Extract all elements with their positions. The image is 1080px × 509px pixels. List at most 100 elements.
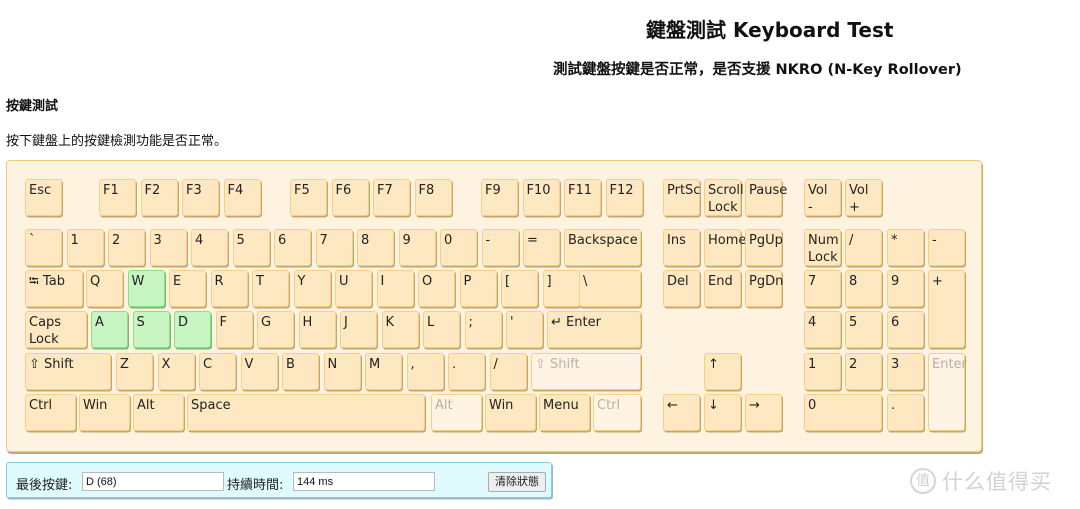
- key-period[interactable]: .: [448, 353, 485, 390]
- key-lbracket[interactable]: [: [501, 270, 538, 307]
- key-backslash[interactable]: \: [579, 270, 641, 307]
- key-d[interactable]: D: [174, 311, 211, 348]
- key-j[interactable]: J: [340, 311, 377, 348]
- key-scroll-lock[interactable]: Scroll Lock: [704, 179, 744, 216]
- key-3[interactable]: 3: [149, 229, 187, 266]
- key-l[interactable]: L: [423, 311, 460, 348]
- key-u[interactable]: U: [335, 270, 372, 307]
- key-num3[interactable]: 3: [887, 353, 924, 390]
- key-lctrl[interactable]: Ctrl: [25, 394, 76, 431]
- key-x[interactable]: X: [157, 353, 195, 390]
- key-p[interactable]: P: [459, 270, 497, 307]
- key-f3[interactable]: F3: [182, 179, 219, 216]
- key-ralt[interactable]: Alt: [431, 394, 482, 431]
- key-8[interactable]: 8: [357, 229, 394, 266]
- key-num1[interactable]: 1: [804, 353, 841, 390]
- key-capslock[interactable]: Caps Lock: [25, 311, 87, 348]
- key-prtsc[interactable]: PrtSc: [663, 179, 700, 216]
- key-f5[interactable]: F5: [290, 179, 327, 216]
- key-7[interactable]: 7: [315, 229, 353, 266]
- key-num6[interactable]: 6: [887, 311, 924, 348]
- last-key-field[interactable]: [82, 472, 224, 491]
- key-num-plus[interactable]: +: [928, 270, 965, 348]
- key-t[interactable]: T: [252, 270, 289, 307]
- key-b[interactable]: B: [282, 353, 319, 390]
- key-del[interactable]: Del: [663, 270, 700, 307]
- key-5[interactable]: 5: [232, 229, 270, 266]
- key-menu[interactable]: Menu: [539, 394, 590, 431]
- key-left[interactable]: ←: [663, 394, 700, 431]
- key-num2[interactable]: 2: [845, 353, 882, 390]
- key-num0[interactable]: 0: [804, 394, 882, 431]
- key-num-divide[interactable]: /: [845, 229, 882, 266]
- key-f7[interactable]: F7: [373, 179, 410, 216]
- key-f10[interactable]: F10: [522, 179, 560, 216]
- key-equals[interactable]: =: [523, 229, 560, 266]
- key-lwin[interactable]: Win: [79, 394, 130, 431]
- key-4[interactable]: 4: [191, 229, 228, 266]
- key-z[interactable]: Z: [116, 353, 153, 390]
- key-right[interactable]: →: [745, 394, 782, 431]
- key-vol-down[interactable]: Vol -: [804, 179, 841, 216]
- key-lshift[interactable]: ⇧ Shift: [25, 353, 111, 390]
- key-backspace[interactable]: Backspace: [564, 229, 641, 266]
- key-f9[interactable]: F9: [481, 179, 518, 216]
- key-esc[interactable]: Esc: [25, 179, 62, 216]
- key-n[interactable]: N: [323, 353, 361, 390]
- key-num5[interactable]: 5: [845, 311, 882, 348]
- key-rwin[interactable]: Win: [485, 394, 536, 431]
- key-a[interactable]: A: [91, 311, 128, 348]
- key-lalt[interactable]: Alt: [133, 394, 184, 431]
- key-rshift[interactable]: ⇧ Shift: [531, 353, 641, 390]
- key-enter[interactable]: ↵ Enter: [547, 311, 641, 348]
- key-num4[interactable]: 4: [804, 311, 841, 348]
- key-g[interactable]: G: [257, 311, 294, 348]
- key-o[interactable]: O: [418, 270, 455, 307]
- key-pgup[interactable]: PgUp: [745, 229, 783, 266]
- key-num-decimal[interactable]: .: [887, 394, 924, 431]
- key-f6[interactable]: F6: [331, 179, 369, 216]
- duration-field[interactable]: [293, 472, 435, 491]
- key-2[interactable]: 2: [108, 229, 145, 266]
- key-9[interactable]: 9: [398, 229, 436, 266]
- key-num-minus[interactable]: -: [928, 229, 965, 266]
- key-pause[interactable]: Pause: [745, 179, 787, 216]
- key-i[interactable]: I: [376, 270, 414, 307]
- key-backtick[interactable]: `: [25, 229, 62, 266]
- key-end[interactable]: End: [704, 270, 741, 307]
- key-tab[interactable]: ⭾ Tab: [25, 270, 83, 307]
- key-semicolon[interactable]: ;: [464, 311, 502, 348]
- key-k[interactable]: K: [381, 311, 419, 348]
- key-f12[interactable]: F12: [605, 179, 643, 216]
- key-vol-up[interactable]: Vol +: [845, 179, 882, 216]
- key-down[interactable]: ↓: [704, 394, 741, 431]
- key-num8[interactable]: 8: [845, 270, 882, 307]
- key-num9[interactable]: 9: [887, 270, 924, 307]
- key-pgdn[interactable]: PgDn: [745, 270, 783, 307]
- key-f4[interactable]: F4: [223, 179, 261, 216]
- key-minus[interactable]: -: [481, 229, 519, 266]
- key-q[interactable]: Q: [86, 270, 123, 307]
- key-m[interactable]: M: [365, 353, 402, 390]
- key-space[interactable]: Space: [187, 394, 425, 431]
- key-0[interactable]: 0: [440, 229, 477, 266]
- key-r[interactable]: R: [210, 270, 248, 307]
- key-ins[interactable]: Ins: [663, 229, 700, 266]
- key-v[interactable]: V: [240, 353, 278, 390]
- key-s[interactable]: S: [132, 311, 170, 348]
- key-6[interactable]: 6: [274, 229, 311, 266]
- key-f8[interactable]: F8: [414, 179, 452, 216]
- key-rctrl[interactable]: Ctrl: [593, 394, 641, 431]
- key-quote[interactable]: ': [506, 311, 543, 348]
- key-slash[interactable]: /: [489, 353, 527, 390]
- key-home[interactable]: Home: [704, 229, 746, 266]
- key-rbracket[interactable]: ]: [542, 270, 580, 307]
- key-1[interactable]: 1: [66, 229, 104, 266]
- clear-status-button[interactable]: 清除狀態: [488, 472, 546, 492]
- key-comma[interactable]: ,: [406, 353, 444, 390]
- key-f[interactable]: F: [215, 311, 253, 348]
- key-num-multiply[interactable]: *: [887, 229, 924, 266]
- key-e[interactable]: E: [169, 270, 206, 307]
- key-num7[interactable]: 7: [804, 270, 841, 307]
- key-f2[interactable]: F2: [140, 179, 178, 216]
